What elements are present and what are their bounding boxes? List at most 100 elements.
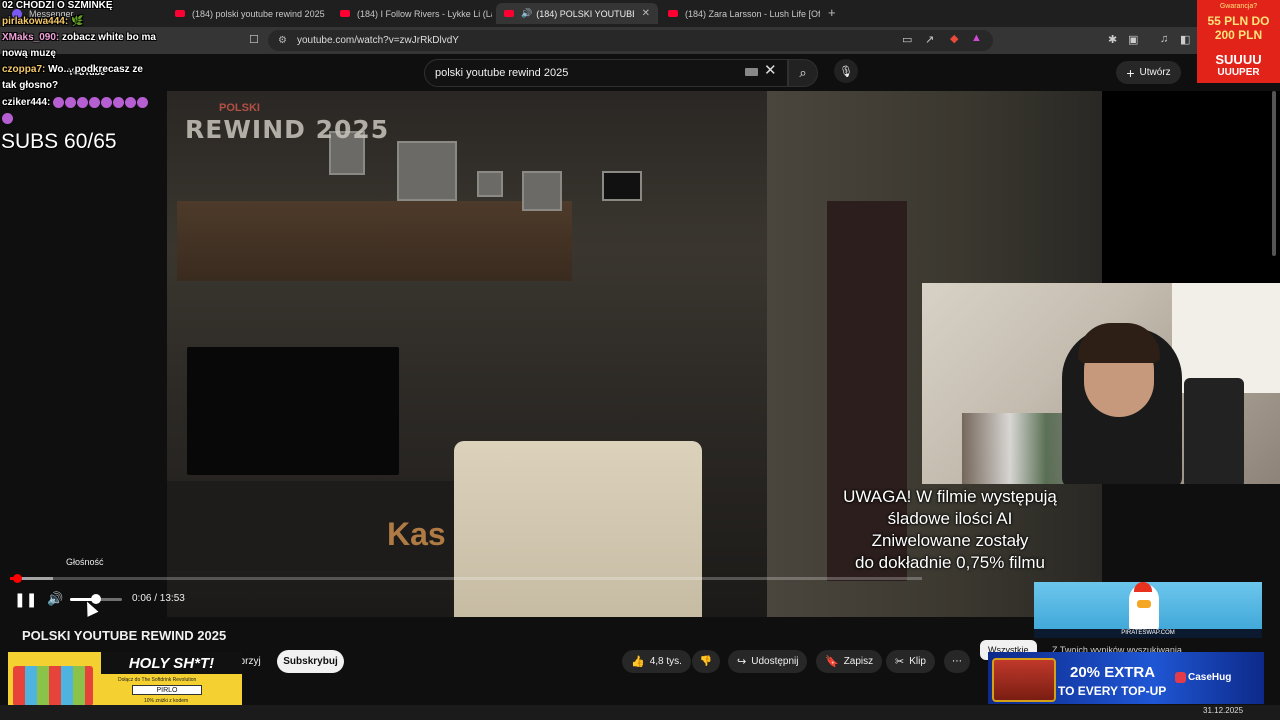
video-watermark: REWIND 2025 xyxy=(185,115,390,144)
url-text: youtube.com/watch?v=zwJrRkDlvdY xyxy=(296,35,459,46)
share-label: Udostępnij xyxy=(751,656,799,667)
new-tab-button[interactable]: + xyxy=(828,5,836,20)
caption-line: UWAGA! W filmie występują xyxy=(843,487,1057,506)
tab-label: (184) I Follow Rivers - Lykke Li (La Vi xyxy=(357,8,492,19)
chat-message: pirlakowa444: 🌿 xyxy=(2,16,83,27)
save-label: Zapisz xyxy=(843,656,874,667)
subscribe-button[interactable]: Subskrybuj xyxy=(277,650,344,673)
cast-icon[interactable]: ▭ xyxy=(902,33,912,46)
youtube-header: YouTube polski youtube rewind 2025 ⌕ xyxy=(0,54,1280,91)
pause-icon: ❚❚ xyxy=(14,591,38,607)
share-button[interactable]: ↪ Udostępnij xyxy=(728,650,808,673)
ad-brand: CaseHug xyxy=(1188,672,1232,683)
dislike-button[interactable]: 👎 xyxy=(692,650,720,673)
media-controls-icon[interactable]: ♫ xyxy=(1160,33,1168,45)
like-count: 4,8 tys. xyxy=(649,656,682,667)
webcam-window xyxy=(1172,283,1280,393)
video-scene-frame xyxy=(397,141,457,201)
more-actions-button[interactable]: ⋯ xyxy=(944,650,970,673)
sidebar-area xyxy=(1102,91,1280,283)
mute-button[interactable]: 🔊 xyxy=(47,591,63,607)
search-input[interactable]: polski youtube rewind 2025 xyxy=(424,59,788,87)
progress-scrubber[interactable] xyxy=(12,574,22,583)
webcam-hair xyxy=(1078,323,1160,363)
tab-label: (184) POLSKI YOUTUBE REWI xyxy=(536,8,633,19)
scissors-icon: ✂ xyxy=(895,656,905,668)
tab-i-follow-rivers[interactable]: (184) I Follow Rivers - Lykke Li (La Vi xyxy=(332,3,492,24)
sidebar-toggle-icon[interactable]: ▣ xyxy=(1128,33,1138,46)
ad-text: 55 PLN DO 200 PLN xyxy=(1207,14,1270,42)
voice-search-button[interactable]: 🎙 xyxy=(834,59,858,83)
create-label: Utwórz xyxy=(1139,67,1171,78)
volume-slider[interactable] xyxy=(70,594,122,604)
chat-username: XMaks_090: xyxy=(2,32,60,43)
chat-text: zobacz white bo ma xyxy=(62,32,156,43)
os-taskbar xyxy=(0,705,1280,720)
tab-label: (184) Zara Larsson - Lush Life [Officia xyxy=(685,8,820,19)
save-button[interactable]: 🔖 Zapisz xyxy=(816,650,883,673)
share-page-icon[interactable]: ↗ xyxy=(925,33,934,46)
page-scrollbar[interactable] xyxy=(1272,91,1276,256)
thumbs-down-icon: 👎 xyxy=(699,656,713,667)
caption-line: do dokładnie 0,75% filmu xyxy=(855,553,1045,572)
create-button[interactable]: + Utwórz xyxy=(1116,61,1181,84)
video-title: POLSKI YOUTUBE REWIND 2025 xyxy=(22,628,227,643)
tab-search-results[interactable]: (184) polski youtube rewind 2025 - Y xyxy=(167,3,327,24)
rewards-icon[interactable]: ▲ xyxy=(971,32,982,44)
ad-text: UUUPER xyxy=(1217,67,1260,78)
leaf-emote-icon: 🌿 xyxy=(70,16,84,27)
youtube-favicon-icon xyxy=(668,10,678,17)
split-view-icon[interactable]: ◧ xyxy=(1180,33,1190,46)
youtube-favicon-icon xyxy=(340,10,350,17)
bookmark-icon[interactable]: ☐ xyxy=(249,33,259,46)
emote-icon xyxy=(2,113,13,124)
chat-message: nową muzę xyxy=(2,48,56,59)
tab-close-icon[interactable]: ✕ xyxy=(642,8,650,19)
chat-message xyxy=(2,113,14,124)
share-icon: ↪ xyxy=(737,656,747,668)
clip-button[interactable]: ✂ Klip xyxy=(886,650,935,673)
chat-message: XMaks_090: zobacz white bo ma xyxy=(2,32,156,43)
chat-username: czoppa7: xyxy=(2,64,46,75)
ad-softdrink[interactable]: HOLY SH*T! Dołącz do The Softdrink Revol… xyxy=(8,652,242,710)
ad-pirateswap[interactable]: PIRATESWAP.COM xyxy=(1034,582,1262,638)
video-scene-chair xyxy=(454,441,702,617)
chat-username: pirlakowa444: xyxy=(2,16,69,27)
chat-username: cziker444: xyxy=(2,97,51,109)
ad-subline: 10% zniżki z kodem xyxy=(144,698,189,704)
subs-counter: SUBS 60/65 xyxy=(1,130,117,153)
ad-banner-top-right[interactable]: Gwarancja? 55 PLN DO 200 PLN SUUUU UUUPE… xyxy=(1197,0,1280,83)
browser-toolbar: ☐ ⚙ youtube.com/watch?v=zwJrRkDlvdY ▭ ↗ … xyxy=(0,27,1280,54)
soda-cans-icon xyxy=(13,666,93,706)
extensions-icon[interactable]: ✱ xyxy=(1108,33,1117,46)
clear-search-icon[interactable]: ✕ xyxy=(764,61,777,79)
ad-subline: Dołącz do The Softdrink Revolution xyxy=(118,677,197,683)
microphone-icon: 🎙 xyxy=(839,65,853,78)
keyboard-icon[interactable] xyxy=(745,68,758,76)
tab-polski-youtube-rewind[interactable]: 🔊 (184) POLSKI YOUTUBE REWI ✕ xyxy=(496,3,658,24)
search-button[interactable]: ⌕ xyxy=(788,59,818,87)
video-scene-tv xyxy=(187,347,399,475)
progress-bar[interactable] xyxy=(10,574,922,583)
video-scene-speaker xyxy=(602,171,642,201)
ad-casehug[interactable]: 20% EXTRA TO EVERY TOP-UP CaseHug xyxy=(988,652,1264,704)
ad-brand: PIRATESWAP.COM xyxy=(1034,629,1262,638)
plus-icon: + xyxy=(1126,64,1135,81)
brave-shield-icon[interactable]: ◆ xyxy=(950,32,958,45)
clip-label: Klip xyxy=(909,656,926,667)
casehug-logo-icon xyxy=(1175,672,1186,683)
chat-message: 02 CHODZI O SZMINKĘ xyxy=(2,0,113,11)
video-watermark-top: POLSKI xyxy=(219,102,260,114)
ad-text: Gwarancja? xyxy=(1219,3,1258,10)
ad-text: SUUUU xyxy=(1215,52,1262,67)
search-icon: ⌕ xyxy=(799,65,807,80)
time-display: 0:06 / 13:53 xyxy=(132,593,185,604)
pause-button[interactable]: ❚❚ xyxy=(14,591,37,608)
video-caption: UWAGA! W filmie występują śladowe ilości… xyxy=(800,486,1100,574)
address-bar[interactable]: ⚙ youtube.com/watch?v=zwJrRkDlvdY xyxy=(268,30,993,51)
chat-text: nową muzę xyxy=(2,48,56,59)
site-info-icon[interactable]: ⚙ xyxy=(278,35,287,46)
tab-zara-larsson[interactable]: (184) Zara Larsson - Lush Life [Officia xyxy=(660,3,820,24)
bookmark-save-icon: 🔖 xyxy=(825,656,839,668)
like-button[interactable]: 👍 4,8 tys. xyxy=(622,650,691,673)
